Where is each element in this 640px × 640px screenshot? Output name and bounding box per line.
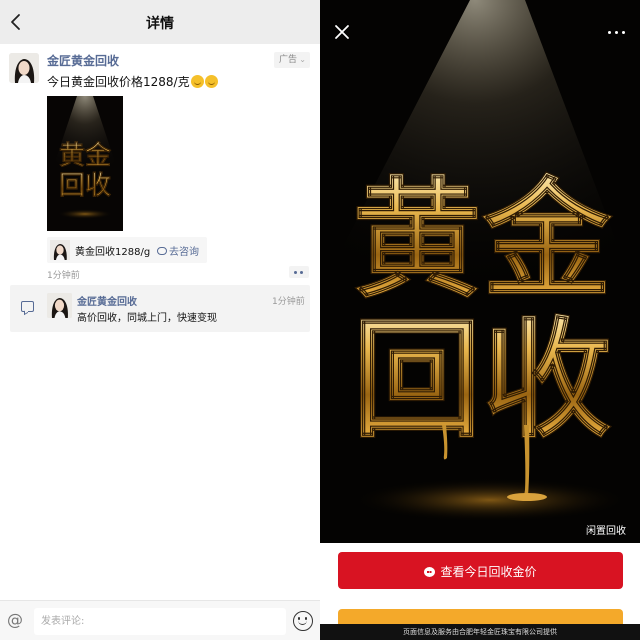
comment-icon [21, 301, 34, 312]
view-gold-price-button[interactable]: 查看今日回收金价 [338, 552, 623, 589]
comment-author-link[interactable]: 金匠黄金回收 [77, 293, 137, 308]
smile-emoji-icon [204, 75, 218, 88]
navigation-bar: 详情 [0, 0, 320, 44]
post-text: 今日黄金回收价格1288/克 [47, 73, 218, 90]
consult-label: 去咨询 [169, 247, 199, 258]
link-card-title: 黄金回收1288/g [75, 247, 151, 258]
ad-detail-pane: 黄金 回收 闲置回收 查看今日回收金价 页面信息及服务由合肥年轻金匠珠宝有限公司… [320, 0, 640, 640]
woman-avatar-icon [9, 53, 39, 83]
comment-timestamp: 1分钟前 [272, 297, 305, 307]
ad-label: 广告 [279, 55, 298, 65]
hero-text-line2: 回收 [352, 303, 612, 456]
comment-input[interactable] [34, 608, 286, 635]
image-watermark: 闲置回收 [586, 526, 626, 537]
gold-recycle-poster: 黄金 回收 [320, 0, 640, 543]
comment-input-bar: @ [0, 600, 320, 640]
hero-text-line1: 黄金 [352, 163, 613, 316]
emoji-button[interactable] [293, 611, 313, 631]
close-button[interactable] [332, 22, 352, 42]
thumbnail-text-line1: 黄金 [59, 140, 112, 171]
woman-avatar-icon [50, 240, 70, 260]
moments-detail-pane: 详情 金匠黄金回收 广告 ⌄ 今日黄金回收价格1288/克 黄金 回收 黄金回收… [0, 0, 320, 640]
smile-emoji-icon [190, 75, 204, 88]
dot-icon [608, 31, 611, 34]
chat-icon [424, 567, 436, 577]
cta-content: 查看今日回收金价 [338, 563, 623, 580]
post-image[interactable]: 黄金 回收 [47, 96, 123, 231]
ad-badge[interactable]: 广告 ⌄ [274, 52, 310, 68]
comment-text: 高价回收，同城上门，快速变现 [77, 313, 217, 324]
gold-recycle-poster-thumbnail: 黄金 回收 [47, 96, 123, 231]
ad-link-card[interactable]: 黄金回收1288/g 去咨询 [47, 237, 207, 263]
dot-icon [615, 31, 618, 34]
poster-name-link[interactable]: 金匠黄金回收 [47, 52, 119, 69]
thumbnail-text-line2: 回收 [59, 171, 111, 201]
footer-disclaimer: 页面信息及服务由合肥年轻金匠珠宝有限公司提供 [403, 628, 557, 636]
dot-icon [294, 271, 297, 274]
link-avatar [50, 240, 70, 260]
page-title: 详情 [146, 16, 174, 32]
dot-icon [622, 31, 625, 34]
footer-bar: 页面信息及服务由合肥年轻金匠珠宝有限公司提供 [320, 624, 640, 640]
cta-label: 查看今日回收金价 [440, 565, 537, 579]
avatar[interactable] [9, 53, 39, 83]
comment-avatar[interactable] [47, 293, 72, 318]
more-actions-button[interactable] [289, 266, 309, 278]
at-mention-icon[interactable]: @ [7, 610, 23, 629]
more-menu-button[interactable] [604, 24, 630, 40]
post-text-content: 今日黄金回收价格1288/克 [47, 75, 190, 89]
ad-hero-image[interactable]: 黄金 回收 闲置回收 [320, 0, 640, 543]
dot-icon [300, 271, 303, 274]
consult-button[interactable]: 去咨询 [157, 243, 199, 258]
woman-avatar-icon [47, 293, 72, 318]
close-icon [335, 25, 349, 39]
post-timestamp: 1分钟前 [47, 271, 80, 281]
chat-bubble-icon [157, 247, 167, 255]
chevron-down-icon: ⌄ [299, 55, 306, 64]
comment-section: 金匠黄金回收 1分钟前 高价回收，同城上门，快速变现 [10, 285, 310, 332]
